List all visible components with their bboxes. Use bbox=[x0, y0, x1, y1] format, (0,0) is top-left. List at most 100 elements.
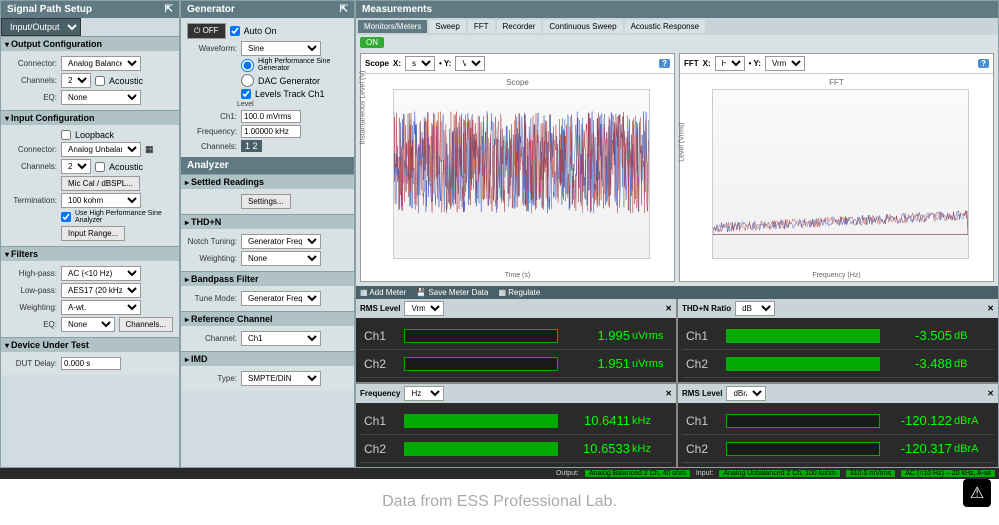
gen-ch1-input[interactable] bbox=[241, 110, 301, 123]
tab-fft[interactable]: FFT bbox=[468, 20, 495, 33]
in-connector-select[interactable]: Analog Unbalanced bbox=[61, 142, 141, 157]
fft-plot[interactable] bbox=[712, 89, 969, 259]
meter-thdn-unit[interactable]: dB bbox=[735, 301, 775, 316]
signal-path-title: Signal Path Setup bbox=[7, 4, 92, 15]
analyzer-title: Analyzer bbox=[187, 160, 229, 171]
imd-header[interactable]: IMD bbox=[181, 351, 354, 366]
waveform-select[interactable]: Sine bbox=[241, 41, 321, 56]
thdn-wt-select[interactable]: None bbox=[241, 251, 321, 266]
meter-freq-unit[interactable]: Hz bbox=[404, 386, 444, 401]
mic-cal-button[interactable]: Mic Cal / dBSPL... bbox=[61, 176, 140, 191]
termination-label: Termination: bbox=[7, 196, 57, 205]
out-eq-select[interactable]: None bbox=[61, 90, 141, 105]
settled-header[interactable]: Settled Readings bbox=[181, 174, 354, 189]
gen-off-button[interactable]: ⏻ OFF bbox=[187, 23, 226, 39]
ref-header[interactable]: Reference Channel bbox=[181, 311, 354, 326]
tab-monitors[interactable]: Monitors/Meters bbox=[358, 20, 427, 33]
filters-header[interactable]: Filters bbox=[1, 246, 179, 261]
meter-rms-unit[interactable]: Vrms bbox=[404, 301, 444, 316]
levels-track-label: Levels Track Ch1 bbox=[255, 89, 325, 99]
connector-icon[interactable]: ▦ bbox=[145, 144, 154, 155]
scope-plot[interactable] bbox=[393, 89, 650, 259]
out-channels-label: Channels: bbox=[7, 76, 57, 85]
auto-on-check[interactable] bbox=[230, 26, 240, 36]
close-icon[interactable]: ✕ bbox=[987, 304, 994, 313]
channels-button[interactable]: Channels... bbox=[119, 317, 173, 332]
popout-icon[interactable]: ⇱ bbox=[165, 4, 173, 15]
tab-recorder[interactable]: Recorder bbox=[497, 20, 542, 33]
meter-ch-label: Ch1 bbox=[360, 414, 400, 428]
meter-rms-title: RMS Level bbox=[360, 304, 400, 313]
add-meter-button[interactable]: ▦ Add Meter bbox=[360, 288, 406, 297]
out-acoustic-label: Acoustic bbox=[109, 76, 143, 86]
caption: Data from ESS Professional Lab. bbox=[0, 479, 999, 525]
hp-sine-radio[interactable] bbox=[241, 59, 254, 72]
meter-ch-label: Ch2 bbox=[682, 357, 722, 371]
tab-cont-sweep[interactable]: Continuous Sweep bbox=[543, 20, 622, 33]
hp-select[interactable]: AC (<10 Hz) bbox=[61, 266, 141, 281]
meters-grid: RMS LevelVrms✕ Ch11.995uVrms Ch21.951uVr… bbox=[356, 299, 998, 467]
output-config-header[interactable]: Output Configuration bbox=[1, 36, 179, 51]
thdn-wt-label: Weighting: bbox=[187, 254, 237, 263]
close-icon[interactable]: ✕ bbox=[987, 389, 994, 398]
in-channels-select[interactable]: 2 bbox=[61, 159, 91, 174]
scope-xlabel: Time (s) bbox=[505, 272, 530, 279]
in-acoustic-check[interactable] bbox=[95, 162, 105, 172]
input-config-body: Loopback Connector:Analog Unbalanced▦ Ch… bbox=[1, 125, 179, 246]
scope-y-select[interactable]: V bbox=[455, 56, 485, 71]
meter-bar bbox=[726, 442, 880, 456]
gen-freq-input[interactable] bbox=[241, 125, 301, 138]
tune-select[interactable]: Generator Frequency bbox=[241, 291, 321, 306]
dut-header[interactable]: Device Under Test bbox=[1, 337, 179, 352]
fft-y-select[interactable]: Vrms bbox=[765, 56, 805, 71]
output-config-body: Connector:Analog Balanced Channels:2Acou… bbox=[1, 51, 179, 110]
out-acoustic-check[interactable] bbox=[95, 76, 105, 86]
scope-x-select[interactable]: s bbox=[405, 56, 435, 71]
charts-row: Scope X: s • Y: V? Scope Time (s) Instan… bbox=[356, 49, 998, 286]
on-button[interactable]: ON bbox=[360, 37, 384, 48]
hpa-label: Use High Performance Sine Analyzer bbox=[75, 210, 173, 224]
dac-radio[interactable] bbox=[241, 74, 254, 87]
levels-track-check[interactable] bbox=[241, 89, 251, 99]
bandpass-header[interactable]: Bandpass Filter bbox=[181, 271, 354, 286]
tab-acoustic[interactable]: Acoustic Response bbox=[625, 20, 705, 33]
tab-sweep[interactable]: Sweep bbox=[429, 20, 465, 33]
notch-label: Notch Tuning: bbox=[187, 237, 237, 246]
input-range-button[interactable]: Input Range... bbox=[61, 226, 125, 241]
help-icon[interactable]: ? bbox=[659, 59, 670, 68]
fft-title: FFT bbox=[684, 59, 699, 68]
input-config-header[interactable]: Input Configuration bbox=[1, 110, 179, 125]
close-icon[interactable]: ✕ bbox=[665, 389, 672, 398]
io-mode-select[interactable]: Input/Output bbox=[1, 18, 81, 36]
feq-select[interactable]: None bbox=[61, 317, 115, 332]
meter-rms2-unit[interactable]: dBrA bbox=[726, 386, 766, 401]
out-connector-select[interactable]: Analog Balanced bbox=[61, 56, 141, 71]
meter-value: 1.951 bbox=[562, 356, 632, 371]
alert-icon[interactable]: ⚠ bbox=[963, 479, 991, 507]
meter-bar bbox=[726, 329, 880, 343]
ref-ch-select[interactable]: Ch1 bbox=[241, 331, 321, 346]
thdn-header[interactable]: THD+N bbox=[181, 214, 354, 229]
loopback-check[interactable] bbox=[61, 130, 71, 140]
lp-select[interactable]: AES17 (20 kHz) bbox=[61, 283, 141, 298]
wt-label: Weighting: bbox=[7, 303, 57, 312]
out-channels-select[interactable]: 2 bbox=[61, 73, 91, 88]
save-meter-button[interactable]: 💾 Save Meter Data bbox=[416, 288, 488, 297]
close-icon[interactable]: ✕ bbox=[665, 304, 672, 313]
wt-select[interactable]: A-wt. bbox=[61, 300, 141, 315]
hp-sine-label: High Performance Sine Generator bbox=[258, 58, 348, 72]
meter-value: 10.6533 bbox=[562, 441, 632, 456]
settings-button[interactable]: Settings... bbox=[241, 194, 291, 209]
help-icon[interactable]: ? bbox=[978, 59, 989, 68]
popout-icon[interactable]: ⇱ bbox=[340, 4, 348, 15]
notch-select[interactable]: Generator Frequency bbox=[241, 234, 321, 249]
hpa-check[interactable] bbox=[61, 212, 71, 222]
fft-x-select[interactable]: Hz bbox=[715, 56, 745, 71]
dut-delay-input[interactable] bbox=[61, 357, 121, 370]
regulate-button[interactable]: ▦ Regulate bbox=[498, 288, 540, 297]
imd-type-select[interactable]: SMPTE/DIN bbox=[241, 371, 321, 386]
scope-panel: Scope X: s • Y: V? Scope Time (s) Instan… bbox=[360, 53, 675, 282]
termination-select[interactable]: 100 kohm bbox=[61, 193, 141, 208]
channel-buttons[interactable]: 1 2 bbox=[241, 140, 262, 152]
analyzer-header: Analyzer bbox=[181, 157, 354, 174]
